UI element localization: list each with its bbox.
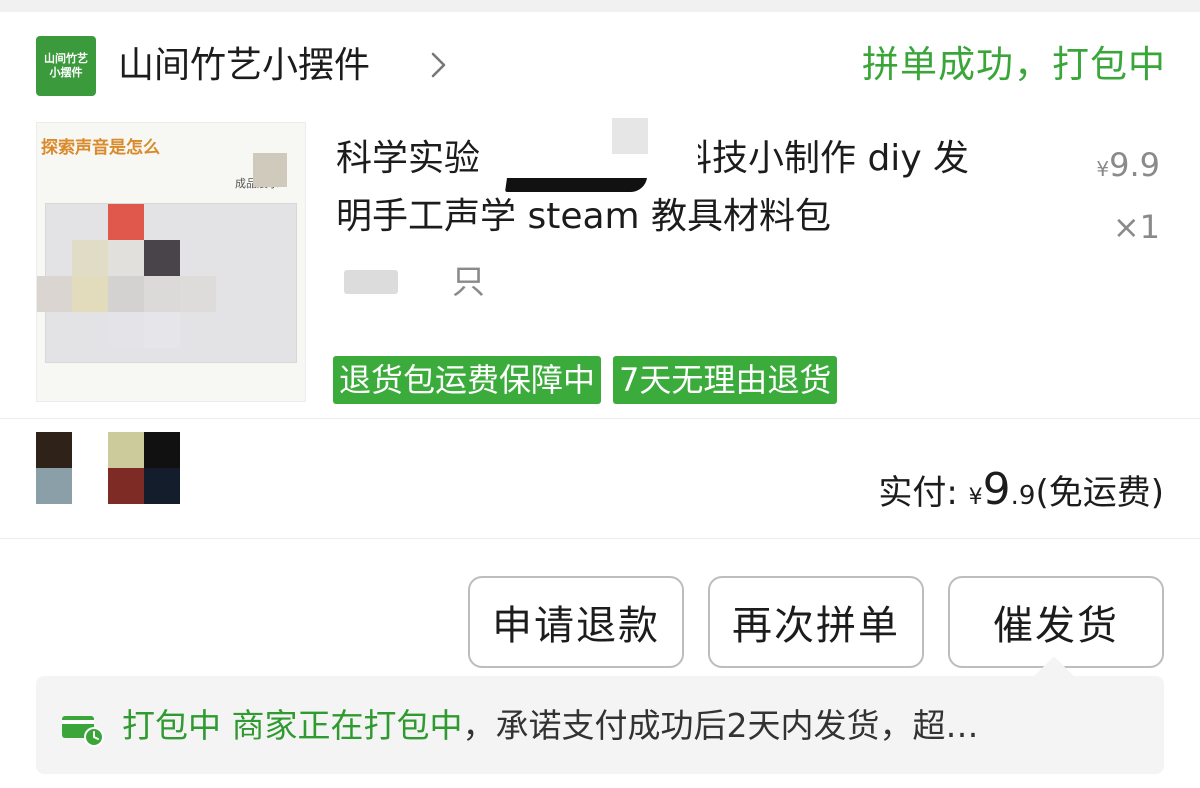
swatch <box>144 432 180 468</box>
quantity: ×1 <box>1112 208 1160 246</box>
image-caption: 探索声音是怎么 <box>41 138 160 158</box>
shipping-truck-icon <box>62 716 104 747</box>
photo-block <box>108 312 144 348</box>
photo-block <box>108 204 144 240</box>
spec-text: 只 <box>452 262 485 301</box>
title-line2: 明手工声学 steam 教具材料包 <box>336 196 832 237</box>
photo-block <box>144 240 180 276</box>
regroup-button[interactable]: 再次拼单 <box>708 576 924 668</box>
paid-amount: 实付: ¥9.9(免运费) <box>878 464 1164 524</box>
swatch <box>36 468 72 504</box>
paid-note: (免运费) <box>1035 473 1164 513</box>
paid-dec: .9 <box>1010 481 1036 511</box>
chevron-right-icon[interactable] <box>424 50 454 80</box>
image-thumb-box <box>253 153 287 187</box>
paid-int: 9 <box>982 464 1011 515</box>
action-buttons: 申请退款 再次拼单 催发货 <box>468 576 1164 668</box>
photo-block <box>144 276 180 312</box>
shipping-notice[interactable]: 打包中 商家正在打包中，承诺支付成功后2天内发货，超… <box>36 676 1164 774</box>
swatch <box>108 468 144 504</box>
photo-block <box>108 276 144 312</box>
shop-logo[interactable]: 山间竹艺小摆件 <box>36 36 96 96</box>
shop-header[interactable]: 山间竹艺小摆件 山间竹艺小摆件 拼单成功，打包中 <box>36 36 1166 96</box>
tag-7day-return: 7天无理由退货 <box>613 356 838 404</box>
privacy-mask-stroke <box>505 178 647 192</box>
swatch <box>108 432 144 468</box>
notice-body: ，承诺支付成功后2天内发货，超… <box>462 706 979 745</box>
shop-name[interactable]: 山间竹艺小摆件 <box>118 42 370 90</box>
divider <box>0 418 1200 419</box>
photo-block <box>72 240 108 276</box>
photo-block <box>72 276 108 312</box>
order-status: 拼单成功，打包中 <box>862 43 1166 86</box>
photo-block <box>180 276 216 312</box>
notice-status: 打包中 <box>122 706 221 745</box>
tag-return-shipping: 退货包运费保障中 <box>333 356 602 404</box>
title-line1-end: 科技小制作 diy 发 <box>676 138 970 179</box>
unit-price-symbol: ¥ <box>1096 157 1110 181</box>
refund-button[interactable]: 申请退款 <box>468 576 684 668</box>
urge-ship-button[interactable]: 催发货 <box>948 576 1164 668</box>
paid-symbol: ¥ <box>968 485 983 510</box>
divider <box>0 538 1200 539</box>
paid-label: 实付: <box>878 473 958 513</box>
notice-text: 打包中 商家正在打包中，承诺支付成功后2天内发货，超… <box>122 702 1142 750</box>
spec-mask <box>344 270 398 294</box>
unit-price-block: ¥9.9 ×1 <box>1096 136 1160 256</box>
product-image[interactable]: 探索声音是怎么 成品展示 <box>36 122 306 402</box>
order-card[interactable]: 山间竹艺小摆件 山间竹艺小摆件 拼单成功，打包中 探索声音是怎么 成品展示 科学… <box>0 12 1200 788</box>
swatch <box>144 468 180 504</box>
privacy-mask-grey <box>612 118 648 154</box>
photo-block <box>144 312 180 348</box>
photo-block <box>108 240 144 276</box>
notice-highlight: 商家正在打包中 <box>231 706 463 745</box>
unit-price: 9.9 <box>1109 146 1160 184</box>
service-tags: 退货包运费保障中 7天无理由退货 <box>333 356 838 404</box>
product-spec: 只 <box>452 260 485 304</box>
title-line1-start: 科学实验 <box>336 138 481 179</box>
photo-block <box>37 276 72 312</box>
product-photo-area <box>37 203 297 363</box>
swatch <box>36 432 72 468</box>
